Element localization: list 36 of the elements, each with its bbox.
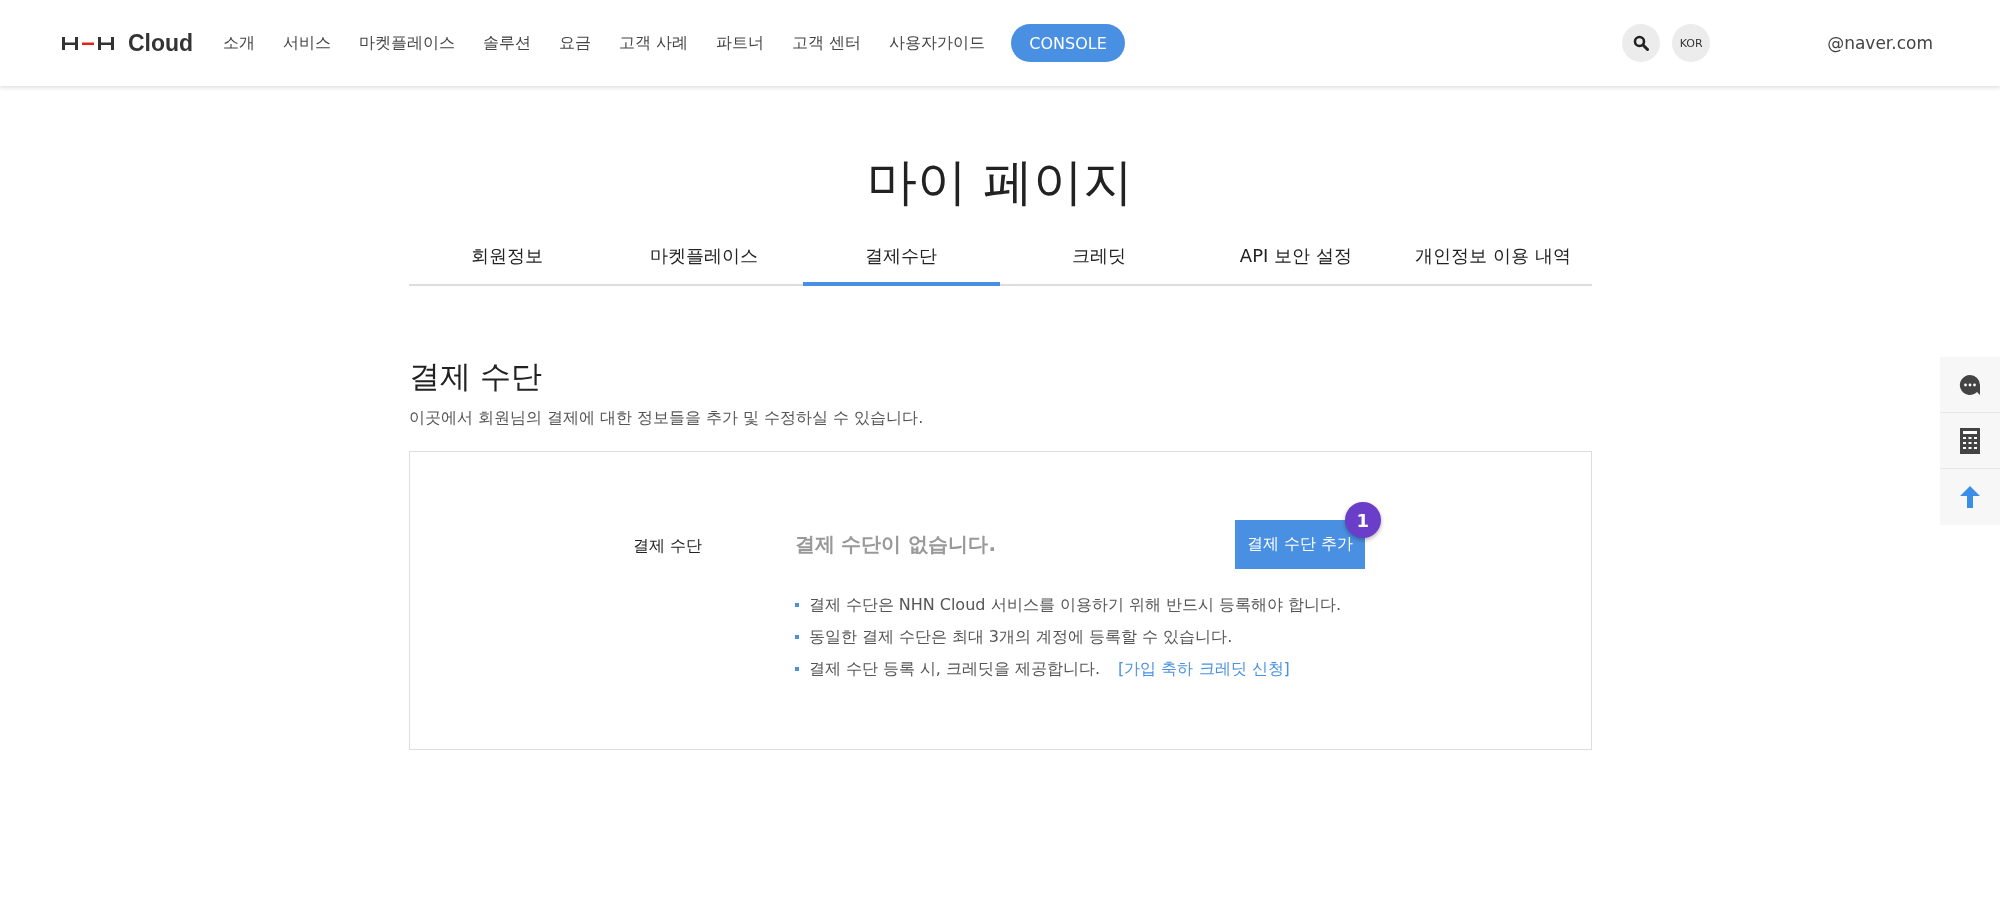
note-text: 동일한 결제 수단은 최대 3개의 계정에 등록할 수 있습니다. [808, 626, 1233, 648]
section-description: 이곳에서 회원님의 결제에 대한 정보들을 추가 및 수정하실 수 있습니다. [408, 408, 925, 429]
language-button[interactable]: KOR [1672, 24, 1711, 62]
nav-link[interactable]: 요금 [559, 32, 592, 54]
logo[interactable]: Cloud [62, 29, 194, 57]
bullet-icon [794, 603, 799, 607]
nav-link[interactable]: 고객 센터 [792, 32, 862, 54]
tab[interactable]: 개인정보 이용 내역 [1394, 230, 1592, 286]
bullet-icon [794, 635, 799, 639]
nav-link[interactable]: 마켓플레이스 [359, 32, 456, 54]
logo-text: Cloud [128, 29, 194, 57]
nav-link[interactable]: 서비스 [283, 32, 332, 54]
user-email[interactable]: @naver.com [1827, 33, 1933, 53]
nav-link[interactable]: 솔루션 [483, 32, 532, 54]
tab[interactable]: 회원정보 [408, 230, 606, 286]
chat-icon [1958, 372, 1982, 397]
tab[interactable]: 마켓플레이스 [605, 230, 803, 286]
bullet-icon [794, 667, 799, 671]
field-label: 결제 수단 [632, 535, 703, 557]
nav-link[interactable]: 고객 사례 [619, 32, 689, 54]
section-title: 결제 수단 [408, 357, 544, 396]
search-icon [1633, 35, 1650, 51]
nav-link[interactable]: 파트너 [716, 32, 765, 54]
empty-message: 결제 수단이 없습니다. [794, 531, 998, 558]
note-text: 결제 수단은 NHN Cloud 서비스를 이용하기 위해 반드시 등록해야 합니다. [808, 594, 1342, 616]
calculator-icon [1960, 427, 1980, 454]
tab[interactable]: 크레딧 [1000, 230, 1198, 286]
tab[interactable]: API 보안 설정 [1197, 230, 1395, 286]
tab[interactable]: 결제수단 [802, 230, 1000, 286]
step-badge: 1 [1344, 502, 1381, 538]
note-text: 결제 수단 등록 시, 크레딧을 제공합니다. [808, 658, 1101, 680]
nav-link[interactable]: 사용자가이드 [889, 32, 986, 54]
arrow-up-icon [1960, 486, 1980, 508]
search-button[interactable] [1622, 24, 1661, 62]
page-title: 마이 페이지 [866, 152, 1134, 212]
nav-link[interactable]: 소개 [223, 32, 256, 54]
